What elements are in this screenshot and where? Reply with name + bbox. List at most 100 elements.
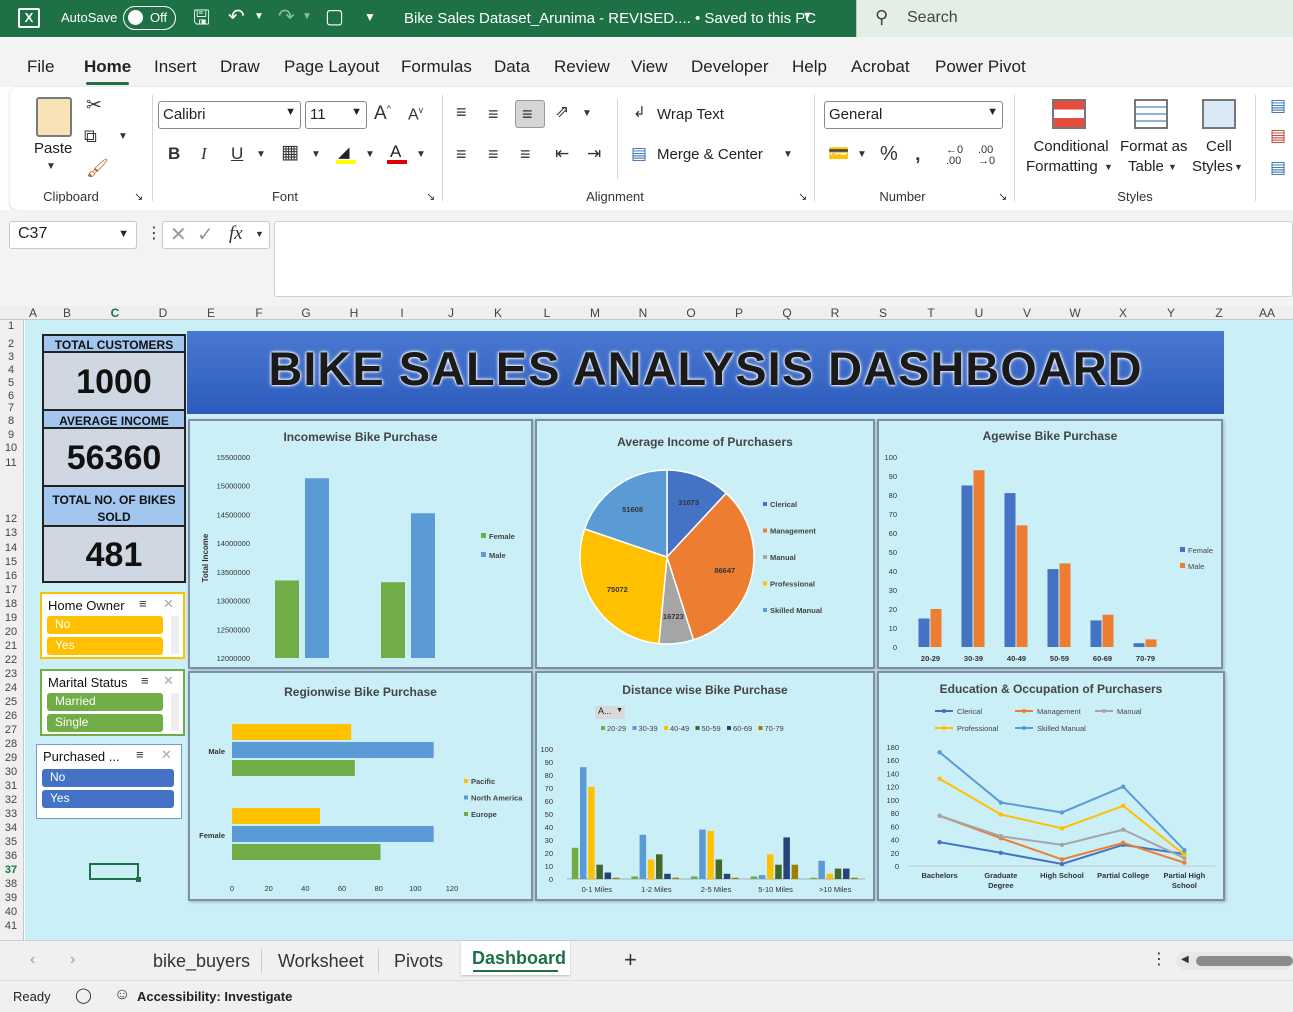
increase-decimal-icon[interactable]: ←0.00 <box>946 145 963 167</box>
column-header-r[interactable]: R <box>823 306 847 320</box>
chart-distance[interactable]: Distance wise Bike Purchase A... ▼ 100 90 8… <box>535 671 875 901</box>
column-header-i[interactable]: I <box>390 306 414 320</box>
conditional-formatting-icon[interactable] <box>1052 99 1086 129</box>
cell-styles-dropdown-icon[interactable]: ▼ <box>1234 163 1243 172</box>
undo-dropdown-icon[interactable]: ▼ <box>254 12 264 22</box>
title-chevron-down-icon[interactable]: ▼ <box>802 11 813 22</box>
column-header-l[interactable]: L <box>535 306 559 320</box>
row-header-10[interactable]: 10 <box>0 442 22 454</box>
multi-select-icon[interactable]: ≡ <box>141 674 149 687</box>
underline-dropdown-icon[interactable]: ▼ <box>256 150 266 160</box>
row-header-41[interactable]: 41 <box>0 920 22 932</box>
format-as-table-label-1[interactable]: Format as <box>1120 138 1188 155</box>
row-header-29[interactable]: 29 <box>0 752 22 764</box>
column-header-z[interactable]: Z <box>1207 306 1231 320</box>
tab-power-pivot[interactable]: Power Pivot <box>935 57 1026 77</box>
column-header-g[interactable]: G <box>294 306 318 320</box>
macro-recording-icon[interactable]: ◯ <box>75 988 92 1003</box>
increase-indent-icon[interactable]: ⇥ <box>587 145 601 162</box>
row-header-18[interactable]: 18 <box>0 598 22 610</box>
slicer-item-married[interactable]: Married <box>47 693 163 711</box>
column-header-j[interactable]: J <box>439 306 463 320</box>
conditional-formatting-label-2[interactable]: Formatting <box>1026 158 1098 175</box>
paste-dropdown-icon[interactable]: ▼ <box>46 162 56 172</box>
row-header-2[interactable]: 2 <box>0 338 22 350</box>
more-options-icon[interactable]: ⋮ <box>146 226 162 242</box>
column-header-e[interactable]: E <box>199 306 223 320</box>
search-box[interactable]: ⚲ Search <box>856 0 1293 37</box>
accessibility-status[interactable]: Accessibility: Investigate <box>137 989 292 1004</box>
multi-select-icon[interactable]: ≡ <box>136 748 144 761</box>
align-bottom-button[interactable]: ≡ <box>515 100 545 128</box>
fill-handle[interactable] <box>136 877 141 882</box>
font-launcher-icon[interactable]: ↘ <box>426 192 435 203</box>
paste-button[interactable]: Paste <box>34 140 72 157</box>
row-header-21[interactable]: 21 <box>0 640 22 652</box>
chart-incomewise[interactable]: Incomewise Bike Purchase 15500000 1500000… <box>188 419 533 669</box>
sheet-tab-pivots[interactable]: Pivots <box>394 951 443 972</box>
currency-dropdown-icon[interactable]: ▼ <box>857 150 867 160</box>
paste-icon[interactable] <box>36 97 72 137</box>
tab-help[interactable]: Help <box>792 57 827 77</box>
column-header-c[interactable]: C <box>103 306 127 320</box>
chart-average-income-pie[interactable]: Average Income of Purchasers 31073 86647 1… <box>535 419 875 669</box>
slicer-item-yes[interactable]: Yes <box>47 637 163 655</box>
cancel-icon[interactable]: ✕ <box>170 225 187 245</box>
conditional-formatting-label-1[interactable]: Conditional <box>1031 138 1111 155</box>
row-header-15[interactable]: 15 <box>0 556 22 568</box>
align-top-icon[interactable]: ≡ <box>456 103 467 121</box>
row-header-25[interactable]: 25 <box>0 696 22 708</box>
font-size-combo[interactable]: 11 ▼ <box>305 101 367 129</box>
cond-format-dropdown-icon[interactable]: ▼ <box>1104 163 1113 172</box>
scroll-left-arrow-icon[interactable]: ◀ <box>1181 955 1189 965</box>
merge-center-button[interactable]: Merge & Center <box>657 146 763 163</box>
tab-acrobat[interactable]: Acrobat <box>851 57 910 77</box>
sheet-tab-worksheet[interactable]: Worksheet <box>278 951 364 972</box>
tab-view[interactable]: View <box>631 57 668 77</box>
column-header-b[interactable]: B <box>55 306 79 320</box>
row-header-34[interactable]: 34 <box>0 822 22 834</box>
orientation-icon[interactable]: ⇗ <box>555 103 569 120</box>
column-header-f[interactable]: F <box>247 306 271 320</box>
row-header-11[interactable]: 11 <box>0 457 22 469</box>
document-title[interactable]: Bike Sales Dataset_Arunima - REVISED....… <box>404 10 816 27</box>
format-as-table-icon[interactable] <box>1134 99 1168 129</box>
slicer-scrollbar[interactable] <box>171 693 179 731</box>
save-icon[interactable]: 🖫 <box>193 8 210 28</box>
touch-mode-icon[interactable]: ▢ <box>325 7 344 27</box>
bold-icon[interactable]: B <box>168 145 180 162</box>
row-header-33[interactable]: 33 <box>0 808 22 820</box>
column-header-w[interactable]: W <box>1063 306 1087 320</box>
tab-file[interactable]: File <box>27 57 54 77</box>
clear-filter-icon[interactable]: ✕ <box>163 674 174 687</box>
row-header-39[interactable]: 39 <box>0 892 22 904</box>
percent-icon[interactable]: % <box>880 144 898 164</box>
chart-agewise[interactable]: Agewise Bike Purchase 100 90 80 70 60 50 40 30 2… <box>877 419 1223 669</box>
row-header-20[interactable]: 20 <box>0 626 22 638</box>
customize-qat-icon[interactable]: ▼ <box>364 11 376 23</box>
row-header-24[interactable]: 24 <box>0 682 22 694</box>
column-header-v[interactable]: V <box>1015 306 1039 320</box>
cell-styles-label-2[interactable]: Styles <box>1192 158 1233 175</box>
column-header-p[interactable]: P <box>727 306 751 320</box>
row-header-12[interactable]: 12 <box>0 513 22 525</box>
formula-input[interactable] <box>274 221 1293 297</box>
column-header-a[interactable]: A <box>21 306 45 320</box>
cell-styles-label-1[interactable]: Cell <box>1206 138 1232 155</box>
column-header-y[interactable]: Y <box>1159 306 1183 320</box>
tab-formulas[interactable]: Formulas <box>401 57 472 77</box>
more-sheets-icon[interactable]: ⋮ <box>1151 952 1167 968</box>
slicer-item-single[interactable]: Single <box>47 714 163 732</box>
slicer-item-no[interactable]: No <box>42 769 174 787</box>
scroll-left-icon[interactable]: ‹ <box>30 952 35 968</box>
slicer-item-yes[interactable]: Yes <box>42 790 174 808</box>
italic-icon[interactable]: I <box>201 145 207 162</box>
row-header-4[interactable]: 4 <box>0 364 22 376</box>
tab-insert[interactable]: Insert <box>154 57 197 77</box>
format-as-table-label-2[interactable]: Table <box>1128 158 1164 175</box>
decrease-font-icon[interactable]: Av <box>408 106 423 123</box>
slicer-item-no[interactable]: No <box>47 616 163 634</box>
fill-dropdown-icon[interactable]: ▼ <box>365 150 375 160</box>
row-header-26[interactable]: 26 <box>0 710 22 722</box>
wrap-text-button[interactable]: Wrap Text <box>657 106 724 123</box>
